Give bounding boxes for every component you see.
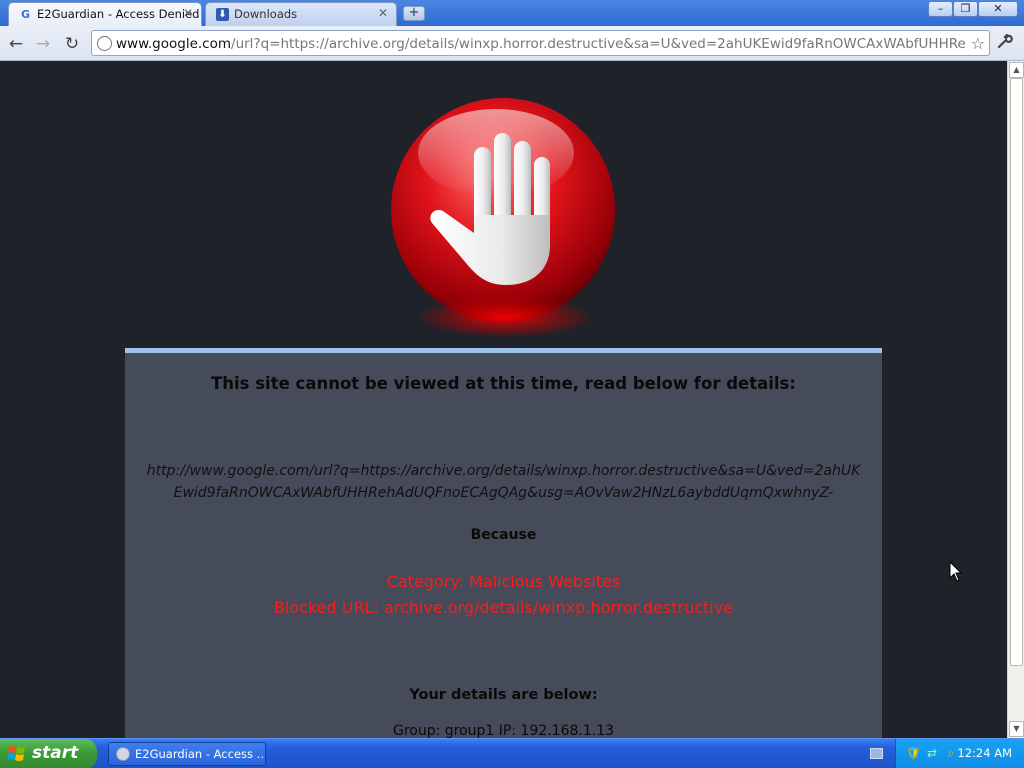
mouse-cursor-icon bbox=[949, 561, 963, 582]
tab-label: E2Guardian - Access Denied bbox=[37, 7, 200, 21]
close-window-button[interactable]: ✕ bbox=[978, 1, 1018, 17]
address-path: /url?q=https://archive.org/details/winxp… bbox=[231, 36, 966, 52]
wrench-menu-icon[interactable] bbox=[996, 33, 1013, 54]
chrome-icon bbox=[116, 747, 130, 761]
new-tab-button[interactable]: + bbox=[403, 6, 425, 21]
address-bar[interactable]: www.google.com/url?q=https://archive.org… bbox=[91, 30, 990, 56]
tab-close-icon[interactable]: ✕ bbox=[378, 6, 388, 20]
clock[interactable]: 12:24 AM bbox=[957, 746, 1012, 760]
scroll-up-arrow-icon[interactable]: ▲ bbox=[1009, 62, 1024, 78]
address-url[interactable]: www.google.com/url?q=https://archive.org… bbox=[116, 36, 966, 52]
tab-strip: G E2Guardian - Access Denied ✕ ⬇ Downloa… bbox=[0, 0, 1024, 26]
taskbar-item-chrome[interactable]: E2Guardian - Access ... bbox=[108, 742, 266, 766]
tab-close-icon[interactable]: ✕ bbox=[183, 6, 193, 20]
back-button[interactable]: ← bbox=[6, 34, 26, 54]
browser-toolbar: ← → ↻ www.google.com/url?q=https://archi… bbox=[0, 26, 1024, 61]
reload-button[interactable]: ↻ bbox=[62, 34, 82, 54]
category-text: Category: Malicious Websites bbox=[386, 572, 621, 591]
access-denied-panel: This site cannot be viewed at this time,… bbox=[125, 348, 882, 738]
address-host: www.google.com bbox=[116, 36, 232, 52]
bookmark-star-icon[interactable]: ☆ bbox=[971, 34, 985, 53]
blocked-url-text: Blocked URL: archive.org/details/winxp.h… bbox=[273, 598, 734, 617]
stop-hand-icon bbox=[391, 98, 615, 322]
tab-label: Downloads bbox=[234, 7, 298, 21]
google-favicon-icon: G bbox=[20, 8, 31, 21]
system-tray: 🛡 ⇄ ⌕ 12:24 AM bbox=[895, 739, 1024, 768]
minimize-button[interactable]: – bbox=[928, 1, 953, 17]
keyboard-icon[interactable] bbox=[870, 748, 883, 759]
blocked-url-line-1: http://www.google.com/url?q=https://arch… bbox=[146, 463, 861, 479]
red-glow bbox=[420, 297, 590, 337]
scroll-down-arrow-icon[interactable]: ▼ bbox=[1009, 721, 1024, 737]
start-button[interactable]: start bbox=[0, 739, 97, 768]
network-icon[interactable]: ⇄ bbox=[925, 746, 939, 760]
search-icon[interactable]: ⌕ bbox=[944, 746, 958, 760]
forward-button[interactable]: → bbox=[33, 34, 53, 54]
blocked-url-line-2: Ewid9faRnOWCAxWAbfUHHRehAdUQFnoECAgQAg&u… bbox=[173, 485, 834, 501]
vertical-scrollbar[interactable]: ▲ ▼ bbox=[1007, 61, 1024, 738]
page-content: This site cannot be viewed at this time,… bbox=[0, 61, 1007, 738]
blocked-full-url: http://www.google.com/url?q=https://arch… bbox=[125, 460, 882, 504]
globe-icon bbox=[97, 36, 112, 51]
download-icon: ⬇ bbox=[216, 8, 229, 21]
page-title: This site cannot be viewed at this time,… bbox=[211, 374, 796, 393]
tab-downloads[interactable]: ⬇ Downloads ✕ bbox=[205, 2, 397, 26]
tab-e2guardian[interactable]: G E2Guardian - Access Denied ✕ bbox=[8, 2, 202, 26]
security-shield-icon[interactable]: 🛡 bbox=[906, 746, 921, 760]
group-ip-text: Group: group1 IP: 192.168.1.13 bbox=[392, 723, 615, 738]
details-heading: Your details are below: bbox=[409, 687, 598, 703]
start-label: start bbox=[32, 743, 79, 763]
restore-button[interactable]: ❐ bbox=[953, 1, 978, 17]
windows-flag-icon bbox=[8, 746, 25, 761]
taskbar-item-label: E2Guardian - Access ... bbox=[135, 747, 266, 761]
scroll-thumb[interactable] bbox=[1010, 78, 1023, 666]
because-label: Because bbox=[470, 527, 537, 543]
taskbar: start E2Guardian - Access ... 🛡 ⇄ ⌕ 12:2… bbox=[0, 738, 1024, 768]
